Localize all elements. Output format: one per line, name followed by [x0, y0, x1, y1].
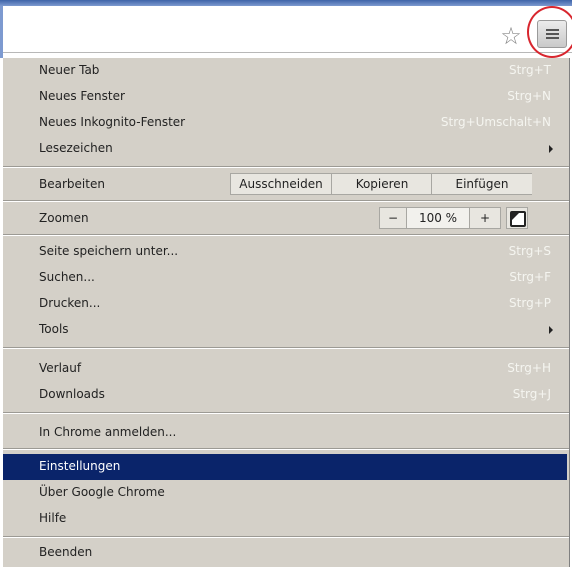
fullscreen-button[interactable] — [506, 207, 528, 229]
menu-item-label: In Chrome anmelden... — [39, 425, 177, 439]
bookmark-star-icon[interactable]: ☆ — [498, 23, 524, 49]
menu-item-label: Über Google Chrome — [39, 485, 165, 499]
chrome-menu-button[interactable] — [537, 20, 567, 48]
menu-row-edit: Bearbeiten Ausschneiden Kopieren Einfüge… — [3, 170, 551, 198]
menu-item-label: Beenden — [39, 545, 93, 559]
menu-separator — [3, 200, 569, 202]
menu-item-label: Hilfe — [39, 511, 67, 525]
menu-item-save-page[interactable]: Seite speichern unter... Strg+S — [3, 239, 551, 265]
menu-item-bookmarks[interactable]: Lesezeichen — [3, 136, 553, 162]
hamburger-icon-bar — [546, 33, 559, 35]
window-frame-left — [0, 6, 3, 58]
menu-row-zoom: Zoomen − 100 % + — [3, 204, 551, 232]
submenu-arrow-icon — [549, 145, 553, 153]
menu-item-tools[interactable]: Tools — [3, 317, 553, 343]
menu-border — [569, 58, 570, 567]
menu-separator — [3, 234, 569, 236]
edit-label: Bearbeiten — [39, 177, 105, 191]
menu-item-shortcut: Strg+S — [508, 244, 551, 258]
menu-item-label: Einstellungen — [39, 459, 121, 473]
chrome-main-menu: Neuer Tab Strg+T Neues Fenster Strg+N Ne… — [3, 58, 570, 567]
menu-item-print[interactable]: Drucken... Strg+P — [3, 291, 551, 317]
menu-item-new-window[interactable]: Neues Fenster Strg+N — [3, 84, 551, 110]
paste-button[interactable]: Einfügen — [431, 174, 532, 194]
menu-item-shortcut: Strg+F — [509, 270, 551, 284]
menu-separator — [3, 412, 569, 414]
window-frame-top — [0, 0, 572, 6]
menu-item-label: Neues Fenster — [39, 89, 125, 103]
zoom-out-button[interactable]: − — [380, 208, 407, 228]
menu-item-history[interactable]: Verlauf Strg+H — [3, 356, 551, 382]
zoom-in-button[interactable]: + — [470, 208, 500, 228]
menu-item-sign-in[interactable]: In Chrome anmelden... — [3, 420, 551, 446]
menu-item-find[interactable]: Suchen... Strg+F — [3, 265, 551, 291]
hamburger-icon-bar — [546, 37, 559, 39]
menu-item-shortcut: Strg+N — [507, 89, 551, 103]
browser-toolbar: ☆ — [0, 0, 572, 58]
zoom-control: − 100 % + — [379, 207, 501, 229]
menu-item-settings[interactable]: Einstellungen — [3, 454, 567, 480]
menu-item-label: Verlauf — [39, 361, 82, 375]
menu-item-new-tab[interactable]: Neuer Tab Strg+T — [3, 58, 551, 84]
zoom-label: Zoomen — [39, 211, 89, 225]
menu-item-label: Neuer Tab — [39, 63, 100, 77]
edit-button-group: Ausschneiden Kopieren Einfügen — [230, 173, 532, 195]
menu-item-shortcut: Strg+P — [509, 296, 551, 310]
menu-separator — [3, 166, 569, 168]
menu-item-shortcut: Strg+H — [507, 361, 551, 375]
menu-item-label: Neues Inkognito-Fenster — [39, 115, 186, 129]
menu-item-label: Suchen... — [39, 270, 95, 284]
menu-item-label: Downloads — [39, 387, 105, 401]
menu-item-new-incognito-window[interactable]: Neues Inkognito-Fenster Strg+Umschalt+N — [3, 110, 551, 136]
copy-button[interactable]: Kopieren — [331, 174, 432, 194]
cut-button[interactable]: Ausschneiden — [231, 174, 331, 194]
zoom-level: 100 % — [407, 208, 470, 228]
menu-item-label: Seite speichern unter... — [39, 244, 179, 258]
fullscreen-icon-corner — [512, 213, 519, 220]
menu-separator — [3, 347, 569, 349]
menu-item-exit[interactable]: Beenden — [3, 540, 551, 566]
menu-item-help[interactable]: Hilfe — [3, 506, 551, 532]
menu-item-label: Lesezeichen — [39, 141, 113, 155]
menu-item-label: Tools — [39, 322, 69, 336]
menu-item-shortcut: Strg+T — [508, 63, 551, 77]
hamburger-icon — [546, 29, 559, 31]
omnibox-border — [3, 52, 572, 53]
menu-item-about-chrome[interactable]: Über Google Chrome — [3, 480, 551, 506]
menu-item-downloads[interactable]: Downloads Strg+J — [3, 382, 551, 408]
menu-separator — [3, 448, 569, 450]
menu-item-shortcut: Strg+Umschalt+N — [440, 115, 551, 129]
menu-item-label: Drucken... — [39, 296, 101, 310]
submenu-arrow-icon — [549, 326, 553, 334]
menu-separator — [3, 536, 569, 538]
menu-item-shortcut: Strg+J — [512, 387, 551, 401]
